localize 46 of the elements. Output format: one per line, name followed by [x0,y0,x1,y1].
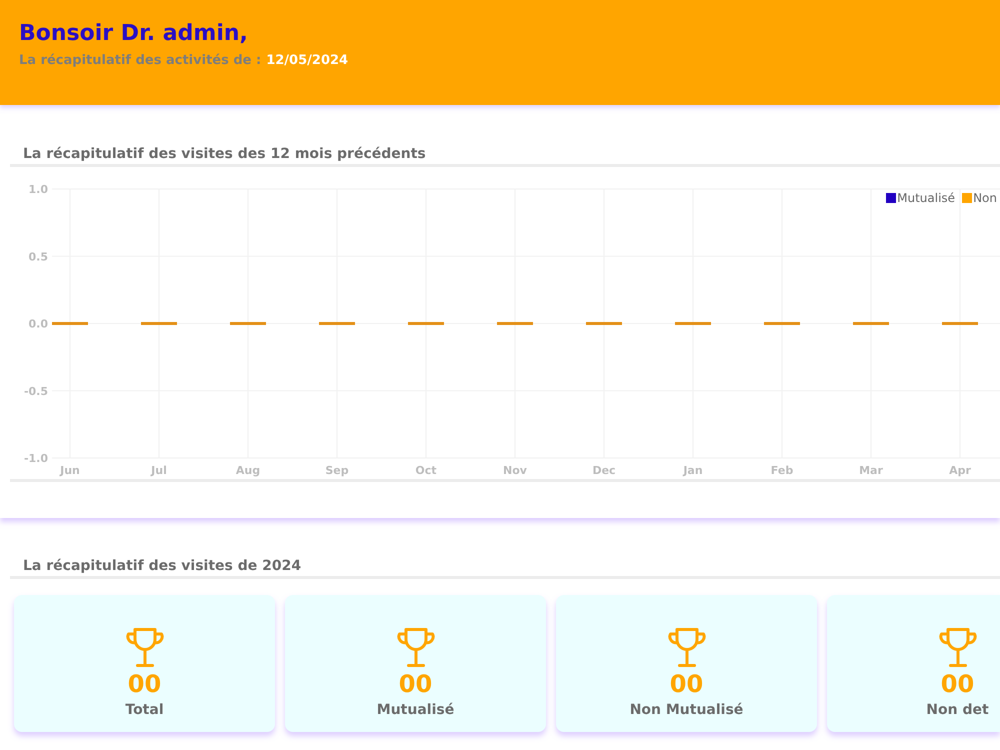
stat-label: Non det [926,701,989,720]
y-axis-label: -0.5 [24,384,48,398]
x-axis-label: Jun [60,464,80,477]
trophy-icon [396,627,436,668]
y-axis-label: 1.0 [28,183,48,196]
summary-label: La récapitulatif des activités de : [19,52,262,70]
y-axis-label: -1.0 [24,452,48,465]
x-axis-label: Feb [770,464,794,477]
x-axis-label: Apr [949,464,971,477]
stat-value: 00 [128,671,162,697]
bar [586,322,622,325]
x-axis-label: Sep [325,464,349,477]
bar [319,322,355,325]
trophy-icon [666,627,706,668]
bar [853,322,889,325]
bar [764,322,800,325]
legend-label: Non [973,191,997,205]
summary-date: 12/05/2024 [266,52,348,70]
x-axis-label: Mar [859,464,883,477]
trophy-icon [938,627,978,668]
bar [408,322,444,325]
bar [141,322,177,325]
x-axis-label: Jan [683,464,703,477]
stat-label: Mutualisé [376,701,454,720]
x-axis-label: Dec [592,464,616,477]
section-title: La récapitulatif des visites de 2024 [23,557,302,576]
x-axis-label: Jul [151,464,167,477]
stat-value: 00 [940,671,974,697]
x-axis-label: Oct [415,464,437,477]
greeting-title: Bonsoir Dr. admin, [19,20,248,48]
y-axis-label: 0.5 [28,250,48,264]
bar [497,322,533,325]
bar [230,322,266,325]
bar [942,322,978,325]
y-axis-label: 0.0 [28,318,48,330]
section-title: La récapitulatif des visites des 12 mois précédents [23,145,426,164]
bar [52,322,88,325]
stat-value: 00 [670,671,704,697]
stat-label: Non Mutualisé [630,701,744,720]
x-axis-label: Aug [236,464,260,477]
legend-label: Mutualisé [897,191,956,205]
trophy-icon [124,627,164,668]
stat-label: Total [125,701,164,720]
stat-value: 00 [398,671,432,697]
x-axis-label: Nov [503,464,527,477]
bar [675,322,711,325]
